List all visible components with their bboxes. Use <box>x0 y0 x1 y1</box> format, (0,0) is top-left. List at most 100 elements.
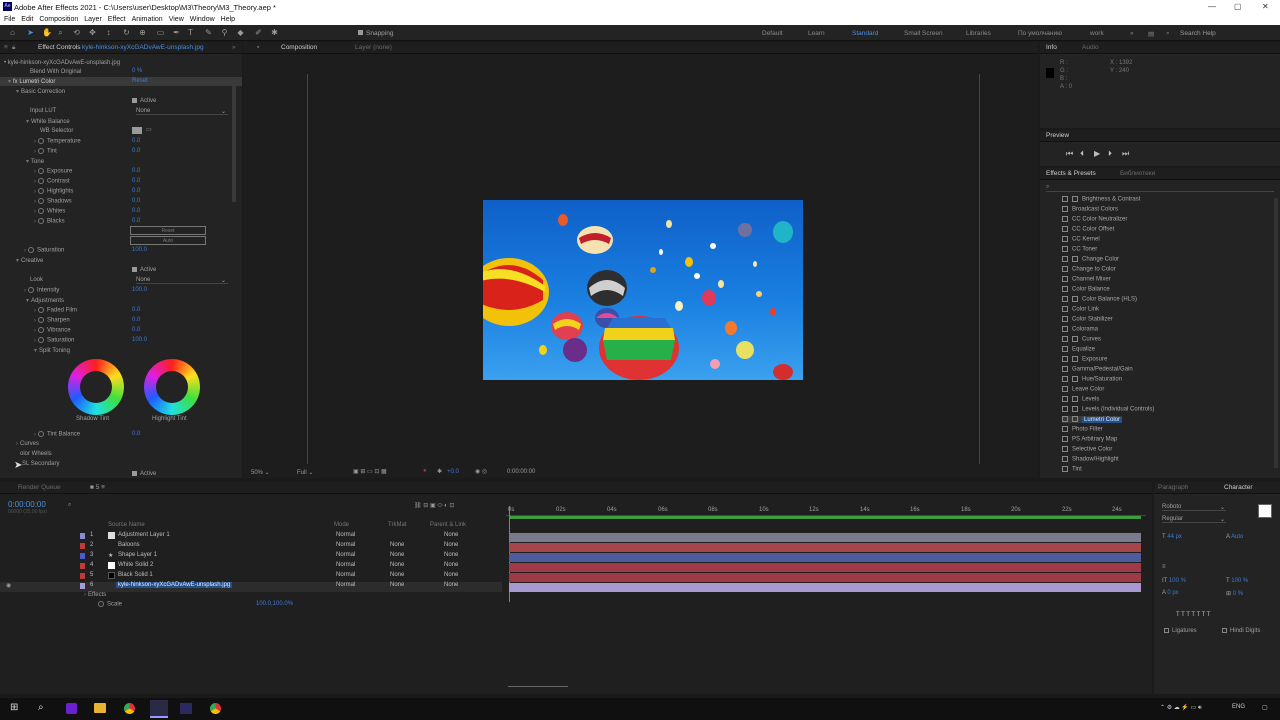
ligatures-checkbox[interactable]: Ligatures <box>1164 628 1197 634</box>
language-indicator[interactable]: ENG <box>1232 704 1245 710</box>
menu-animation[interactable]: Animation <box>132 16 163 23</box>
table-row[interactable]: 4 White Solid 2 Normal None None <box>0 562 502 572</box>
tab-effects-presets[interactable]: Effects & Presets <box>1046 170 1096 177</box>
work-area-bar[interactable] <box>509 516 1141 519</box>
shadow-tint-wheel[interactable] <box>68 359 124 415</box>
menu-window[interactable]: Window <box>190 16 215 23</box>
close-button[interactable]: ✕ <box>1262 2 1269 11</box>
white-balance-group[interactable]: ▾ White Balance <box>26 118 70 125</box>
clone-stamp-tool-icon[interactable]: ⚲ <box>220 28 229 37</box>
menu-help[interactable]: Help <box>221 16 235 23</box>
next-frame-icon[interactable]: ⏵ <box>1108 149 1112 159</box>
layer-bar[interactable] <box>509 583 1141 592</box>
rotate-tool-icon[interactable]: ↻ <box>122 28 131 37</box>
contrast-value[interactable]: 0.0 <box>132 178 140 184</box>
composition-viewer-image[interactable] <box>483 200 803 380</box>
search-help-input[interactable]: Search Help <box>1180 30 1216 37</box>
tab-libraries[interactable]: Библиотеки <box>1120 170 1155 177</box>
visibility-eye-icon[interactable]: ◉ <box>6 582 11 589</box>
vibrance-value[interactable]: 0.0 <box>132 327 140 333</box>
exposure-reset-icon[interactable]: ✱ <box>437 468 442 475</box>
pen-tool-icon[interactable]: ✒ <box>172 28 181 37</box>
tone-auto-button[interactable]: Auto <box>130 236 206 245</box>
fill-color-swatch[interactable] <box>1258 504 1272 518</box>
effects-property[interactable]: › Effects <box>84 592 106 598</box>
effects-scrollbar[interactable] <box>1274 198 1278 468</box>
puppet-tool-icon[interactable]: ✱ <box>270 28 279 37</box>
lock-icon[interactable]: 🔒︎ <box>12 44 15 52</box>
basic-active-checkbox[interactable]: Active <box>132 98 156 104</box>
tab-composition-5[interactable]: ■ 5 ≡ <box>90 484 105 491</box>
table-row[interactable]: 5 Black Solid 1 Normal None None <box>0 572 502 582</box>
sharpen-value[interactable]: 0.0 <box>132 317 140 323</box>
color-wheels-group[interactable]: olor Wheels <box>20 451 52 457</box>
workspace-learn[interactable]: Learn <box>808 30 825 37</box>
snapshot-icon[interactable]: ◉ ◎ <box>475 468 487 475</box>
workspace-default-ru[interactable]: По умолчанию <box>1018 30 1062 37</box>
comp-timecode[interactable]: 0:00:00:00 <box>507 469 535 475</box>
temperature-value[interactable]: 0.0 <box>132 138 140 144</box>
tint-balance-value[interactable]: 0.0 <box>132 431 140 437</box>
tab-character[interactable]: Character <box>1224 484 1253 491</box>
share-icon[interactable]: ▤ <box>1148 30 1154 38</box>
vertical-scale-field[interactable]: IT 100 % <box>1162 578 1186 584</box>
baseline-shift-field[interactable]: A 0 px <box>1162 590 1179 596</box>
app-icon-1[interactable] <box>66 703 77 714</box>
exposure-value-readout[interactable]: +0.0 <box>447 469 459 475</box>
adjustments-group[interactable]: ▾ Adjustments <box>26 297 64 304</box>
zoom-dropdown[interactable]: 50% ⌄ <box>251 469 270 476</box>
roto-brush-tool-icon[interactable]: ✐ <box>254 28 263 37</box>
pan-behind-tool-icon[interactable]: ⊕ <box>138 28 147 37</box>
time-ruler[interactable]: 0s 02s 04s 06s 08s 10s 12s 14s 16s 18s 2… <box>506 504 1146 516</box>
notification-icon[interactable]: ▢ <box>1262 704 1268 711</box>
layer-mode[interactable]: Normal <box>336 532 355 538</box>
chrome-icon[interactable] <box>124 703 135 714</box>
after-effects-taskbar-icon[interactable] <box>150 700 168 718</box>
saturation2-value[interactable]: 100.0 <box>132 337 147 343</box>
system-tray-icons[interactable]: ⌃ ⚙ ☁ ⚡ ▭ 🔊︎ <box>1160 704 1202 712</box>
layer-bar[interactable] <box>509 573 1141 582</box>
tab-preview[interactable]: Preview <box>1046 132 1069 139</box>
timeline-switch-icons[interactable]: ⛓ ⊟ ▣ ⬭ ◐ ⊡ <box>414 502 454 510</box>
tone-group[interactable]: ▾ Tone <box>26 158 44 165</box>
reset-link[interactable]: Reset <box>132 78 148 84</box>
dolly-tool-icon[interactable]: ↕ <box>104 28 113 37</box>
tab-effect-controls-layer[interactable]: kyle-hinkson-xyXcGADvAwE-unsplash.jpg <box>82 44 204 51</box>
menu-effect[interactable]: Effect <box>108 16 126 23</box>
orbit-tool-icon[interactable]: ⟲ <box>72 28 81 37</box>
layer-bar[interactable] <box>509 563 1141 572</box>
layer-parent[interactable]: None <box>444 532 458 538</box>
view-options-icons[interactable]: ▣ ⊞ ▭ ⊡ ▦ <box>353 468 387 475</box>
tab-paragraph[interactable]: Paragraph <box>1158 484 1188 491</box>
workspace-libraries[interactable]: Libraries <box>966 30 991 37</box>
text-style-buttons[interactable]: T T T T T T T <box>1176 612 1210 618</box>
scale-value[interactable]: 100.0,100.0% <box>256 601 293 607</box>
tab-audio[interactable]: Audio <box>1082 44 1099 51</box>
leading-field[interactable]: A Auto <box>1226 534 1243 540</box>
layer-bar[interactable] <box>509 553 1141 562</box>
table-row-selected[interactable]: ◉ 6 kyle-hinkson-xyXcGADvAwE-unsplash.jp… <box>0 582 502 592</box>
menu-layer[interactable]: Layer <box>84 16 102 23</box>
basic-correction-group[interactable]: ▾ Basic Correction <box>16 88 65 95</box>
effects-search-input[interactable]: ⌕ <box>1046 184 1274 192</box>
stroke-icon[interactable]: ≡ <box>1162 564 1166 570</box>
tab-composition[interactable]: Composition <box>281 44 317 51</box>
workspace-default[interactable]: Default <box>762 30 783 37</box>
chrome-icon-2[interactable] <box>210 703 221 714</box>
workspace-standard[interactable]: Standard <box>852 30 878 37</box>
wb-swatch[interactable] <box>132 127 142 134</box>
color-channel-icon[interactable]: ● <box>423 468 427 474</box>
blacks-value[interactable]: 0.0 <box>132 218 140 224</box>
tsume-field[interactable]: ⊞ 0 % <box>1226 590 1243 597</box>
workspace-small-screen[interactable]: Small Screen <box>904 30 943 37</box>
windows-start-icon[interactable]: ⊞ <box>10 702 18 713</box>
prev-frame-icon[interactable]: ⏴ <box>1080 149 1084 159</box>
eyedropper-icon[interactable]: ▭ <box>146 126 152 133</box>
hand-tool-icon[interactable]: ✋ <box>42 28 52 37</box>
blend-with-original-value[interactable]: 0 % <box>132 68 142 74</box>
effect-controls-scrollbar[interactable] <box>232 82 236 202</box>
timeline-timecode[interactable]: 0:00:00:00 <box>8 500 46 509</box>
tab-effect-controls[interactable]: Effect Controls <box>38 44 81 51</box>
highlight-tint-wheel[interactable] <box>144 359 200 415</box>
file-explorer-icon[interactable] <box>94 703 106 713</box>
